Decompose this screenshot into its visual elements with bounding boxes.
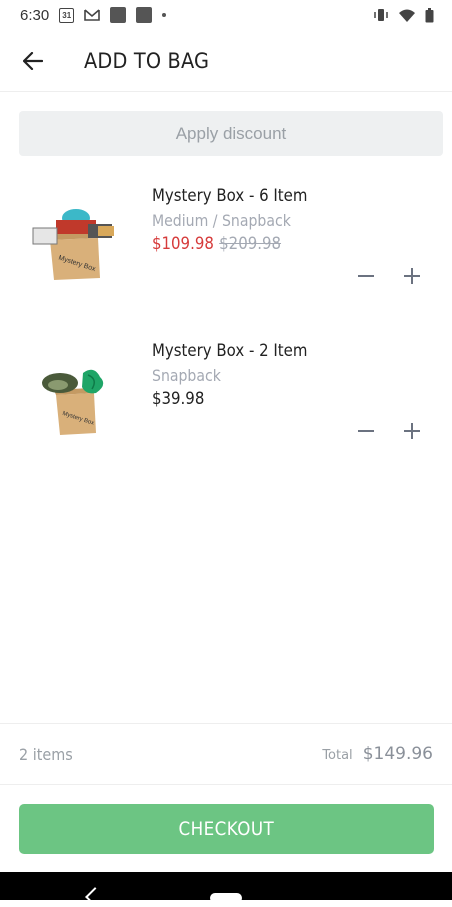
status-bar: 6:30 31 [0, 0, 452, 30]
notification-dot [162, 13, 167, 17]
app-icon [136, 7, 153, 23]
price-row: $109.98 $209.98 [152, 234, 307, 254]
wifi-icon [399, 9, 415, 22]
decrease-quantity-button[interactable] [356, 266, 376, 286]
cart-item: Mystery Box Mystery Box - 2 Item Snapbac… [0, 335, 452, 465]
cart-item-info: Mystery Box - 2 Item Snapback $39.98 [152, 341, 329, 409]
plus-icon [404, 268, 420, 284]
decrease-quantity-button[interactable] [356, 421, 376, 441]
product-image: Mystery Box [28, 200, 118, 282]
page-title: ADD TO BAG [84, 48, 210, 73]
nav-back-icon[interactable] [85, 887, 105, 907]
increase-quantity-button[interactable] [402, 266, 422, 286]
vibrate-icon [373, 8, 389, 22]
increase-quantity-button[interactable] [402, 421, 422, 441]
checkout-label: CHECKOUT [178, 818, 275, 840]
total-value: $149.96 [362, 744, 433, 764]
quantity-controls [356, 266, 422, 286]
quantity-controls [356, 421, 422, 441]
total-group: Total $149.96 [322, 744, 433, 764]
price: $39.98 [152, 389, 205, 409]
battery-icon [425, 7, 434, 23]
app-icon [110, 7, 127, 23]
minus-icon [358, 430, 374, 432]
gmail-icon [84, 9, 101, 21]
cart-item: Mystery Box Mystery Box - 6 Item Medium … [0, 180, 452, 310]
arrow-left-icon [23, 51, 43, 70]
back-button[interactable] [0, 30, 64, 92]
calendar-icon: 31 [59, 7, 75, 23]
original-price: $209.98 [219, 234, 282, 254]
items-count: 2 items [19, 744, 73, 764]
product-name[interactable]: Mystery Box - 2 Item [152, 341, 307, 361]
plus-icon [404, 423, 420, 439]
sale-price: $109.98 [152, 234, 214, 254]
nav-home-icon[interactable] [210, 893, 242, 903]
total-label: Total [322, 748, 353, 763]
app-header: ADD TO BAG [0, 30, 452, 92]
apply-discount-button[interactable]: Apply discount [19, 111, 443, 156]
product-variant: Snapback [152, 366, 221, 385]
order-summary: 2 items Total $149.96 [0, 723, 452, 785]
system-navigation-bar [0, 872, 452, 907]
product-name[interactable]: Mystery Box - 6 Item [152, 186, 307, 206]
status-time: 6:30 [20, 6, 50, 24]
product-image: Mystery Box [28, 355, 118, 437]
cart-item-info: Mystery Box - 6 Item Medium / Snapback $… [152, 186, 329, 254]
minus-icon [358, 275, 374, 277]
checkout-button[interactable]: CHECKOUT [19, 804, 434, 854]
product-variant: Medium / Snapback [152, 211, 291, 230]
price-row: $39.98 [152, 389, 307, 409]
